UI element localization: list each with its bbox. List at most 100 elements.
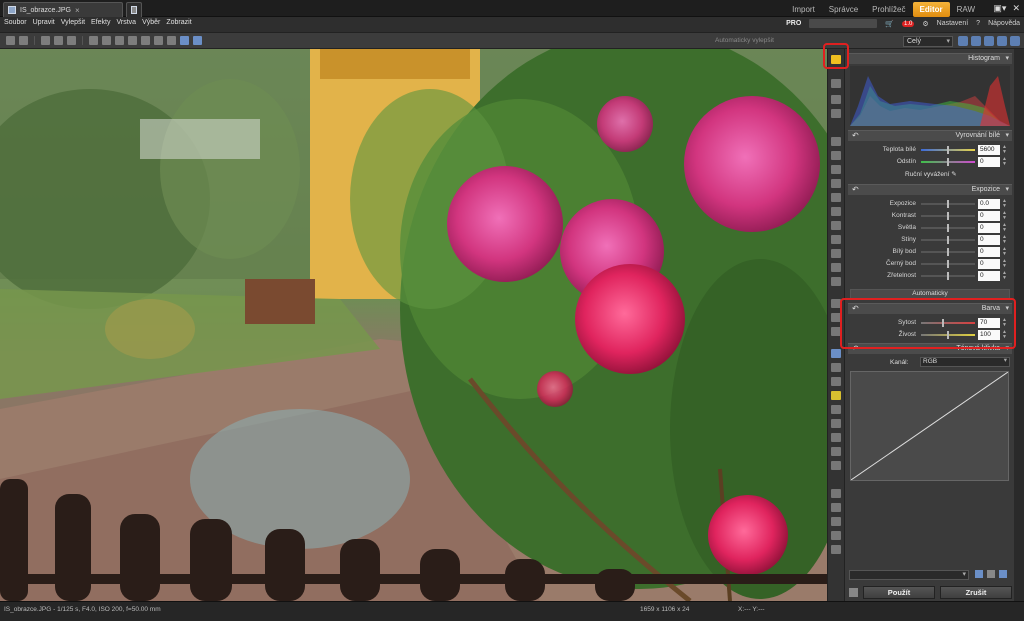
tool-icon[interactable] xyxy=(831,109,841,118)
open-icon[interactable] xyxy=(41,36,50,45)
tool-icon[interactable] xyxy=(831,151,841,160)
tool-icon[interactable] xyxy=(831,503,841,512)
slider-thumb[interactable] xyxy=(947,158,949,166)
tool-icon[interactable] xyxy=(831,79,841,88)
cancel-button[interactable]: Zrušit xyxy=(940,586,1012,599)
menu-vylepsit[interactable]: Vylepšit xyxy=(61,19,85,26)
tab-import[interactable]: Import xyxy=(785,2,822,17)
tool-icon[interactable] xyxy=(831,545,841,554)
tool-icon[interactable] xyxy=(831,461,841,470)
save-preset-icon[interactable] xyxy=(975,570,983,578)
slider-thumb[interactable] xyxy=(947,272,949,280)
slider-value-input[interactable]: 0 xyxy=(978,247,1000,257)
tool-icon[interactable] xyxy=(831,419,841,428)
fit-icon[interactable] xyxy=(984,36,994,46)
preset-select[interactable] xyxy=(849,570,969,580)
zoom-in-icon[interactable] xyxy=(958,36,968,46)
slider-thumb[interactable] xyxy=(947,248,949,256)
resize-icon[interactable] xyxy=(167,36,176,45)
close-tab-icon[interactable]: × xyxy=(75,6,80,15)
slider-value-input[interactable]: 0 xyxy=(978,259,1000,269)
exposure-header[interactable]: ↶ Expozice xyxy=(848,184,1012,195)
undo-icon[interactable] xyxy=(6,36,15,45)
menu-vyber[interactable]: Výběr xyxy=(142,19,160,26)
tool-icon[interactable] xyxy=(831,193,841,202)
help-link[interactable]: Nápověda xyxy=(988,20,1020,27)
spinner-icon[interactable]: ▲ ▼ xyxy=(1002,235,1008,245)
save-icon[interactable] xyxy=(54,36,63,45)
slider-value-input[interactable]: 0 xyxy=(978,223,1000,233)
slider-value-input[interactable]: 0 xyxy=(978,157,1000,167)
menu-vrstva[interactable]: Vrstva xyxy=(116,19,136,26)
slider-value-input[interactable]: 5600 xyxy=(978,145,1000,155)
tool-icon[interactable] xyxy=(831,165,841,174)
crop-icon[interactable] xyxy=(115,36,124,45)
document-tab[interactable]: IS_obrazce.JPG × xyxy=(3,2,123,17)
white-balance-header[interactable]: ↶ Vyrovnání bílé xyxy=(848,130,1012,141)
tool-icon[interactable] xyxy=(831,447,841,456)
tool-icon[interactable] xyxy=(831,95,841,104)
reset-icon[interactable]: ↶ xyxy=(852,185,859,195)
zoom-select[interactable]: Celý xyxy=(903,36,953,47)
print-icon[interactable] xyxy=(67,36,76,45)
tool-icon[interactable] xyxy=(831,517,841,526)
slider-thumb[interactable] xyxy=(947,236,949,244)
spinner-icon[interactable]: ▲ ▼ xyxy=(1002,259,1008,269)
manual-balance-button[interactable]: Ruční vyvážení ✎ xyxy=(905,170,957,178)
slider-value-input[interactable]: 0.0 xyxy=(978,199,1000,209)
settings-link[interactable]: Nastavení xyxy=(937,20,969,27)
tool-icon[interactable] xyxy=(831,489,841,498)
tab-manager[interactable]: Správce xyxy=(822,2,865,17)
spinner-icon[interactable]: ▲ ▼ xyxy=(1002,145,1008,155)
menu-efekty[interactable]: Efekty xyxy=(91,19,110,26)
reset-preset-icon[interactable] xyxy=(999,570,1007,578)
menu-upravit[interactable]: Upravit xyxy=(33,19,55,26)
slider-thumb[interactable] xyxy=(947,212,949,220)
slider-value-input[interactable]: 0 xyxy=(978,235,1000,245)
tab-viewer[interactable]: Prohlížeč xyxy=(865,2,912,17)
zoom-out-icon[interactable] xyxy=(971,36,981,46)
tab-editor[interactable]: Editor xyxy=(912,2,950,17)
tool-icon[interactable] xyxy=(831,137,841,146)
redo-icon[interactable] xyxy=(19,36,28,45)
spinner-icon[interactable]: ▲ ▼ xyxy=(1002,271,1008,281)
tool-icon[interactable] xyxy=(831,249,841,258)
actual-size-icon[interactable] xyxy=(997,36,1007,46)
tool-icon[interactable] xyxy=(831,377,841,386)
gear-icon[interactable]: ⚙ xyxy=(922,20,928,28)
cart-icon[interactable]: 🛒 xyxy=(885,20,894,28)
rotate-left-icon[interactable] xyxy=(128,36,137,45)
spinner-icon[interactable]: ▲ ▼ xyxy=(1002,223,1008,233)
photo-canvas[interactable] xyxy=(0,49,827,601)
rotate-right-icon[interactable] xyxy=(141,36,150,45)
menu-soubor[interactable]: Soubor xyxy=(4,19,27,26)
tone-curve-graph[interactable] xyxy=(850,371,1009,481)
slider-thumb[interactable] xyxy=(947,224,949,232)
tool-icon[interactable] xyxy=(831,235,841,244)
tool-icon[interactable] xyxy=(831,531,841,540)
compare-icon[interactable] xyxy=(180,36,189,45)
compare-icon[interactable] xyxy=(849,588,858,597)
tool-icon[interactable] xyxy=(831,207,841,216)
tool-icon[interactable] xyxy=(831,363,841,372)
spinner-icon[interactable]: ▲ ▼ xyxy=(1002,199,1008,209)
new-tab-button[interactable] xyxy=(126,2,142,17)
auto-enhance-button[interactable]: Automaticky vylepšit xyxy=(715,37,774,44)
layout-icon[interactable]: ▣▾ xyxy=(993,3,1006,14)
tab-raw[interactable]: RAW xyxy=(950,2,982,17)
tool-icon[interactable] xyxy=(831,349,841,358)
flip-icon[interactable] xyxy=(154,36,163,45)
tool-icon[interactable] xyxy=(831,391,841,400)
spinner-icon[interactable]: ▲ ▼ xyxy=(1002,157,1008,167)
apply-button[interactable]: Použít xyxy=(863,586,935,599)
slider-value-input[interactable]: 0 xyxy=(978,271,1000,281)
help-icon[interactable]: ? xyxy=(976,20,980,27)
delete-preset-icon[interactable] xyxy=(987,570,995,578)
split-view-icon[interactable] xyxy=(193,36,202,45)
spinner-icon[interactable]: ▲ ▼ xyxy=(1002,247,1008,257)
copy-icon[interactable] xyxy=(89,36,98,45)
slider-thumb[interactable] xyxy=(947,146,949,154)
close-window-icon[interactable]: ✕ xyxy=(1012,3,1020,14)
histogram-header[interactable]: Histogram xyxy=(848,53,1012,64)
spinner-icon[interactable]: ▲ ▼ xyxy=(1002,211,1008,221)
